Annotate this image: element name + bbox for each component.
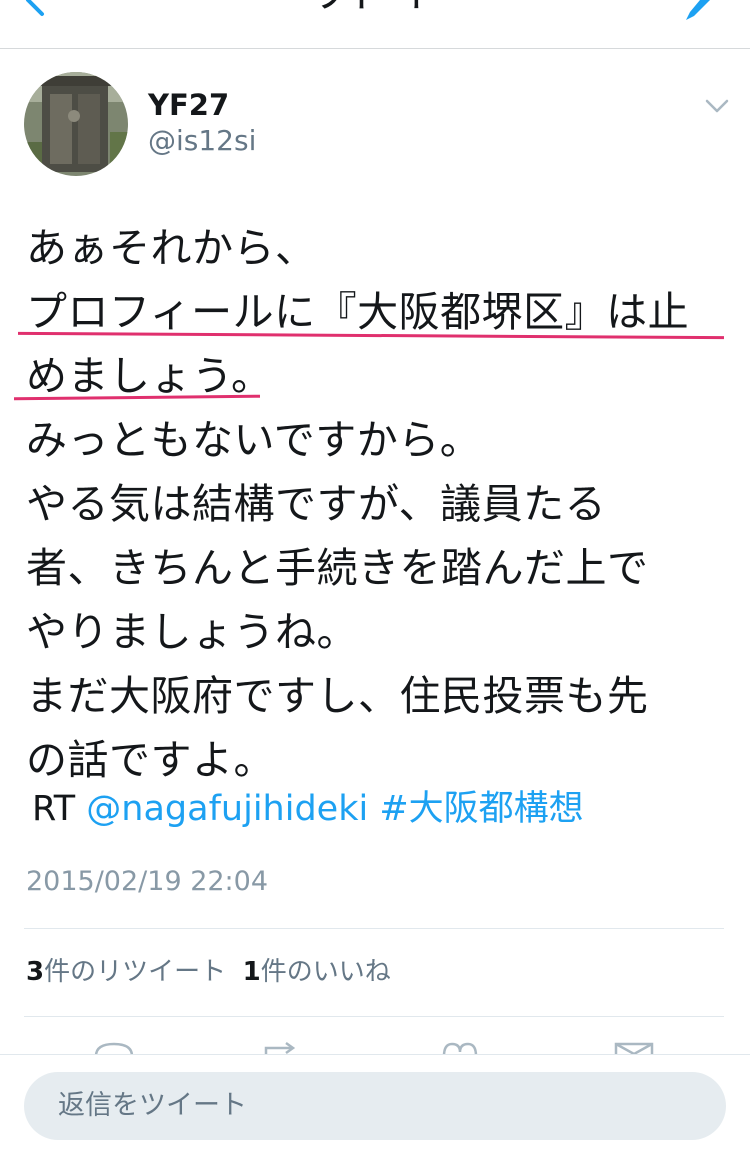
retweet-stat[interactable]: 3件のリツイート bbox=[26, 957, 226, 987]
tweet-text: あぁそれから、 プロフィールに『大阪都堺区』は止 めましょう。 みっともないです… bbox=[26, 216, 736, 792]
divider bbox=[24, 1016, 724, 1017]
mention-link[interactable]: @nagafujihideki bbox=[86, 789, 368, 829]
chevron-down-icon[interactable] bbox=[704, 96, 730, 116]
tweet-line: まだ大阪府ですし、住民投票も先 bbox=[26, 672, 649, 720]
retweet-label: 件のリツイート bbox=[44, 957, 227, 987]
tweet-line: あぁそれから、 bbox=[26, 224, 317, 272]
tweet-line: みっともないですから。 bbox=[26, 416, 482, 464]
like-stat[interactable]: 1件のいいね bbox=[243, 957, 391, 987]
hashtag-link[interactable]: #大阪都構想 bbox=[379, 789, 583, 829]
avatar[interactable] bbox=[24, 72, 128, 176]
tweet-line: やる気は結構ですが、議員たる bbox=[26, 480, 607, 528]
tweet-line: の話ですよ。 bbox=[26, 736, 275, 784]
like-label: 件のいいね bbox=[260, 957, 391, 987]
engagement-stats: 3件のリツイート 1件のいいね bbox=[26, 954, 391, 990]
tweet-line: 者、きちんと手続きを踏んだ上で bbox=[26, 544, 649, 592]
like-count: 1 bbox=[242, 957, 261, 987]
rt-prefix: RT bbox=[32, 789, 76, 829]
page-title: ツイート bbox=[0, 0, 750, 18]
rt-line: RT @nagafujihideki #大阪都構想 bbox=[32, 784, 584, 834]
user-handle[interactable]: @is12si bbox=[148, 124, 256, 158]
retweet-count: 3 bbox=[26, 957, 45, 987]
timestamp: 2015/02/19 22:04 bbox=[26, 866, 269, 897]
tweet-line: やりましょうね。 bbox=[26, 608, 358, 656]
divider bbox=[24, 928, 724, 929]
display-name[interactable]: YF27 bbox=[148, 88, 229, 122]
reply-placeholder: 返信をツイート bbox=[58, 1090, 247, 1121]
nav-header: ツイート bbox=[0, 0, 750, 49]
compose-icon[interactable] bbox=[680, 0, 720, 26]
